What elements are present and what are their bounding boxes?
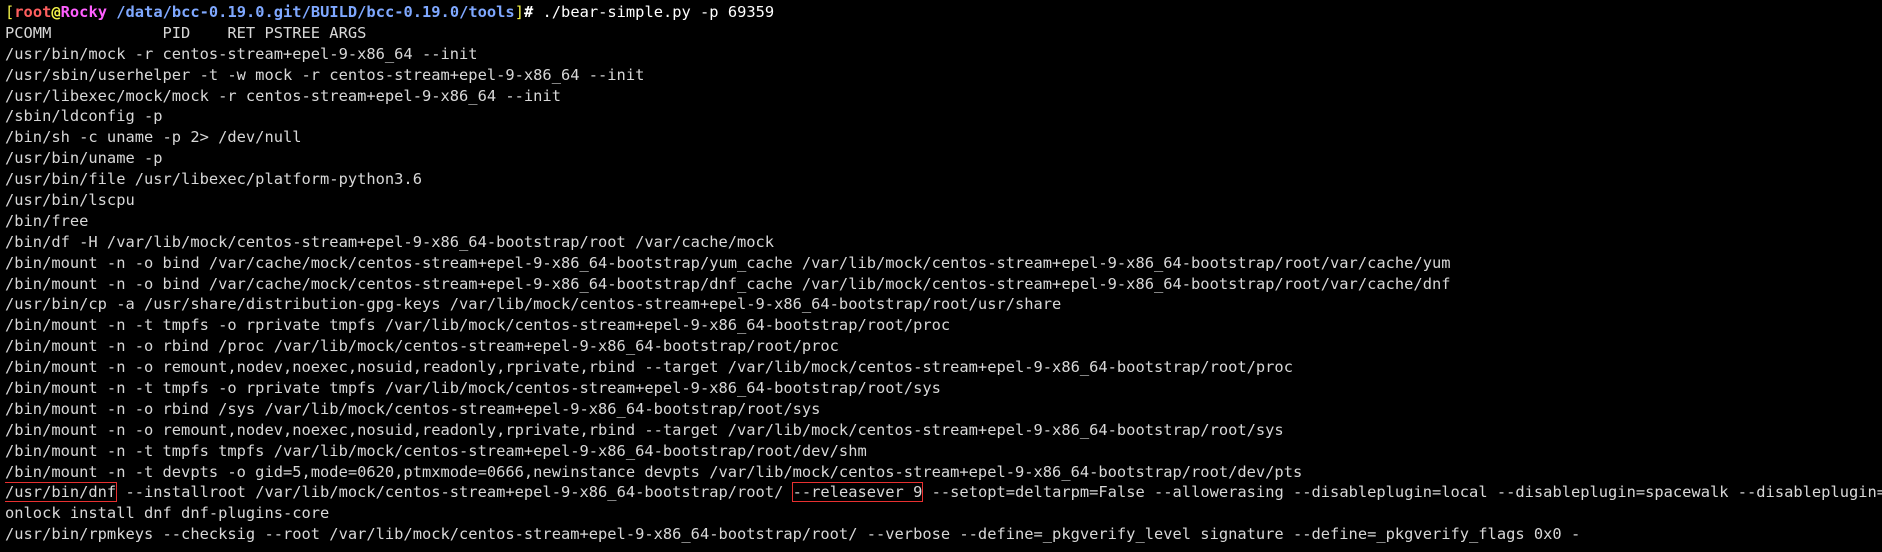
prompt-open-bracket: [ [5,3,15,21]
output-line: /bin/mount -n -o bind /var/cache/mock/ce… [5,253,1451,272]
output-line: /bin/mount -n -t tmpfs tmpfs /var/lib/mo… [5,441,867,460]
output-line: /usr/bin/uname -p [5,149,163,168]
dnf-installroot-args: --installroot /var/lib/mock/centos-strea… [116,483,793,502]
output-line: /bin/mount -n -t tmpfs -o rprivate tmpfs… [5,379,941,398]
output-line: /bin/mount -n -o rbind /sys /var/lib/moc… [5,399,821,418]
prompt-hash: # [523,3,543,21]
terminal-window[interactable]: [root@Rocky /data/bcc-0.19.0.git/BUILD/b… [0,0,1882,552]
prompt-path: /data/bcc-0.19.0.git/BUILD/bcc-0.19.0/to… [106,3,515,21]
dnf-continuation-line: onlock install dnf dnf-plugins-core [5,504,330,523]
prompt-user: root [14,3,52,21]
output-line: /sbin/ldconfig -p [5,107,163,126]
rpmkeys-output-line: /usr/bin/rpmkeys --checksig --root /var/… [5,525,1581,544]
output-line: /usr/libexec/mock/mock -r centos-stream+… [5,86,561,105]
output-line: /usr/bin/lscpu [5,191,135,210]
output-line: /bin/mount -n -t tmpfs -o rprivate tmpfs… [5,316,951,335]
output-line: /bin/mount -n -o bind /var/cache/mock/ce… [5,274,1451,293]
highlighted-releasever-arg: --releasever 9 [791,482,924,503]
output-line: /usr/bin/cp -a /usr/share/distribution-g… [5,295,1062,314]
output-line: /bin/free [5,211,89,230]
output-line: /bin/df -H /var/lib/mock/centos-stream+e… [5,232,775,251]
prompt-host: Rocky [60,3,107,21]
output-line: /bin/mount -n -t devpts -o gid=5,mode=06… [5,462,1303,481]
output-line: /usr/bin/mock -r centos-stream+epel-9-x8… [5,44,478,63]
output-line: /usr/sbin/userhelper -t -w mock -r cento… [5,65,645,84]
prompt-line: [root@Rocky /data/bcc-0.19.0.git/BUILD/b… [5,2,1882,23]
output-line: /bin/sh -c uname -p 2> /dev/null [5,128,302,147]
output-line: /bin/mount -n -o remount,nodev,noexec,no… [5,420,1284,439]
output-line: /bin/mount -n -o remount,nodev,noexec,no… [5,358,1293,377]
highlighted-dnf-command: /usr/bin/dnf [5,482,118,503]
prompt-close-bracket: ] [514,3,524,21]
dnf-remaining-args: --setopt=deltarpm=False --allowerasing -… [922,483,1882,502]
entered-command: ./bear-simple.py -p 69359 [542,3,775,21]
prompt-at: @ [51,3,61,21]
output-line: /usr/bin/file /usr/libexec/platform-pyth… [5,170,422,189]
dnf-output-line: /usr/bin/dnf --installroot /var/lib/mock… [5,482,1882,503]
output-line: /bin/mount -n -o rbind /proc /var/lib/mo… [5,337,839,356]
output-header: PCOMM PID RET PSTREE ARGS [5,23,367,42]
